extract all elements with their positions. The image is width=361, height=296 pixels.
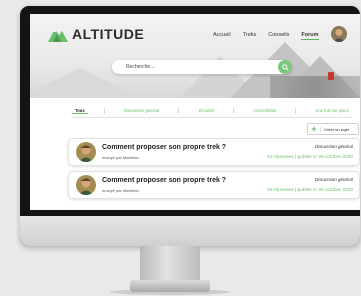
- tab-tous[interactable]: Tous: [72, 108, 88, 114]
- red-roof-shape: [328, 72, 334, 80]
- plus-icon: +: [311, 123, 317, 134]
- author-avatar: [76, 142, 96, 162]
- author-avatar: [76, 175, 96, 195]
- mountain-logo-icon: [48, 29, 68, 42]
- monitor-base: [130, 280, 210, 292]
- topic-card[interactable]: Comment proposer son propre trek ? envoy…: [68, 138, 360, 166]
- topic-stats: 53 réponses | publier le 29 octobre 2020: [267, 188, 353, 193]
- trees-shape: [270, 76, 360, 98]
- author-avatar-icon: [76, 142, 96, 162]
- tab-divider: [233, 108, 235, 114]
- topic-author: envoyé par Mathieux: [102, 155, 140, 160]
- nav-conseils[interactable]: Conseils: [268, 32, 289, 40]
- tab-discussion-general[interactable]: Discussion général: [121, 108, 162, 114]
- tab-divider: [295, 108, 297, 114]
- topic-category: Discussion général: [314, 144, 353, 149]
- topic-title[interactable]: Comment proposer son propre trek ?: [102, 144, 226, 151]
- nav-accueil[interactable]: Accueil: [213, 32, 231, 40]
- topic-author: envoyé par Mathieux: [102, 188, 140, 193]
- main-nav: Accueil Treks Conseils Forum: [213, 32, 331, 40]
- search-icon: [281, 63, 289, 71]
- user-avatar-icon: [331, 26, 347, 42]
- tab-accessibilite[interactable]: Accessibilité: [250, 108, 279, 114]
- nav-forum[interactable]: Forum: [301, 32, 319, 40]
- topic-category: Discussion général: [314, 177, 353, 182]
- topic-stats: 53 réponses | publier le 29 octobre 2020: [267, 155, 353, 160]
- search-input[interactable]: [112, 60, 278, 74]
- nav-treks[interactable]: Treks: [243, 32, 257, 40]
- topic-title[interactable]: Comment proposer son propre trek ?: [102, 177, 226, 184]
- topic-card[interactable]: Comment proposer son propre trek ? envoy…: [68, 171, 360, 199]
- site-logo[interactable]: ALTITUDE: [48, 26, 144, 42]
- search-bar: [112, 60, 292, 74]
- tab-securite[interactable]: Sécurité: [196, 108, 217, 114]
- create-topic-button[interactable]: + Créer un sujet: [307, 123, 359, 135]
- search-button[interactable]: [278, 60, 292, 74]
- tab-divider: [178, 108, 180, 114]
- category-tabs: Tous Discussion général Sécurité Accessi…: [72, 108, 352, 118]
- tab-divider: [103, 108, 105, 114]
- user-avatar[interactable]: [331, 26, 347, 42]
- screen: ALTITUDE Accueil Treks Conseils Forum To…: [30, 14, 360, 210]
- monitor-stand: [140, 246, 200, 280]
- author-avatar-icon: [76, 175, 96, 195]
- monitor-chin: [20, 216, 360, 246]
- create-topic-label: Créer un sujet: [320, 126, 349, 132]
- tab-une-fois-sur-place[interactable]: Une fois sur place: [312, 108, 352, 114]
- brand-name: ALTITUDE: [72, 26, 145, 42]
